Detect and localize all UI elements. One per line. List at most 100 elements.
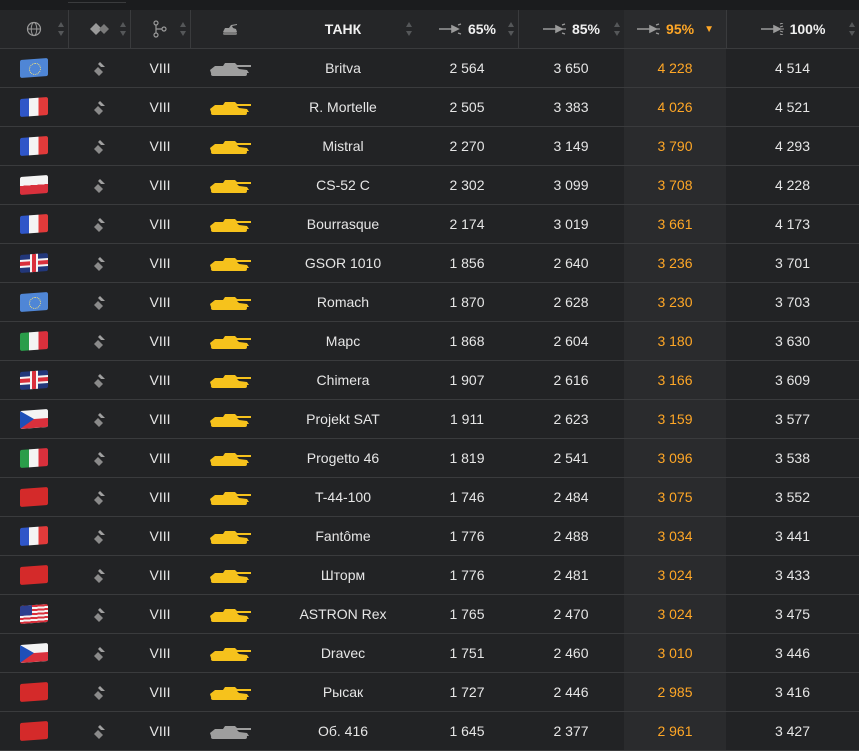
table-row[interactable]: VIII Romach 1 870 2 628 3 230 3 703 <box>0 282 859 322</box>
mark-65-cell: 2 174 <box>416 204 518 244</box>
tank-name[interactable]: Марс <box>326 333 360 349</box>
mark-65-value: 1 856 <box>449 255 485 271</box>
tank-name[interactable]: Шторм <box>321 567 365 583</box>
tank-name[interactable]: Об. 416 <box>318 723 368 739</box>
mark-100-value: 3 475 <box>774 606 811 622</box>
header-type[interactable] <box>68 10 130 49</box>
tank-name[interactable]: Chimera <box>317 372 370 388</box>
tab-stub[interactable] <box>68 0 126 3</box>
tank-name[interactable]: Progetto 46 <box>307 450 379 466</box>
tank-name[interactable]: Fantôme <box>315 528 370 544</box>
tank-name-cell[interactable]: Об. 416 <box>270 711 416 751</box>
tank-name-cell[interactable]: ASTRON Rex <box>270 594 416 634</box>
sort-toggle[interactable] <box>120 22 126 36</box>
table-row[interactable]: VIII Bourrasque 2 174 3 019 3 661 4 173 <box>0 204 859 244</box>
tank-name[interactable]: Romach <box>317 294 369 310</box>
tank-name-cell[interactable]: Projekt SAT <box>270 399 416 439</box>
tank-name-cell[interactable]: GSOR 1010 <box>270 243 416 283</box>
table-row[interactable]: VIII CS-52 C 2 302 3 099 3 708 4 228 <box>0 165 859 205</box>
tank-name[interactable]: R. Mortelle <box>309 99 377 115</box>
tank-name[interactable]: Dravec <box>321 645 365 661</box>
table-row[interactable]: VIII ASTRON Rex 1 765 2 470 3 024 3 475 <box>0 594 859 634</box>
table-row[interactable]: VIII T-44-100 1 746 2 484 3 075 3 552 <box>0 477 859 517</box>
tier-text: VIII <box>149 99 171 115</box>
sort-toggle[interactable] <box>614 22 620 36</box>
tank-name[interactable]: GSOR 1010 <box>305 255 381 271</box>
tank-name[interactable]: ASTRON Rex <box>299 606 386 622</box>
tank-name-cell[interactable]: T-44-100 <box>270 477 416 517</box>
class-cell <box>68 243 130 283</box>
tank-name[interactable]: Bourrasque <box>307 216 379 232</box>
tank-name-cell[interactable]: Chimera <box>270 360 416 400</box>
tank-name-cell[interactable]: Romach <box>270 282 416 322</box>
header-tank-name[interactable]: ТАНК <box>270 10 416 49</box>
mark-95-cell: 3 166 <box>624 360 726 400</box>
table-row[interactable]: VIII Dravec 1 751 2 460 3 010 3 446 <box>0 633 859 673</box>
tank-silhouette-icon <box>210 257 251 271</box>
table-row[interactable]: VIII Chimera 1 907 2 616 3 166 3 609 <box>0 360 859 400</box>
mark-85-cell: 2 541 <box>518 438 624 478</box>
tier-text: VIII <box>149 411 171 427</box>
medium-tank-chevron-icon <box>94 412 105 427</box>
tier-text: VIII <box>149 333 171 349</box>
table-row[interactable]: VIII Progetto 46 1 819 2 541 3 096 3 538 <box>0 438 859 478</box>
table-row[interactable]: VIII GSOR 1010 1 856 2 640 3 236 3 701 <box>0 243 859 283</box>
sort-desc-icon[interactable]: ▼ <box>704 24 714 35</box>
tank-silhouette-icon <box>210 101 251 115</box>
mark-65-value: 1 727 <box>449 684 485 700</box>
sort-toggle[interactable] <box>508 22 514 36</box>
header-tier[interactable] <box>130 10 190 49</box>
tank-name-cell[interactable]: Mistral <box>270 126 416 166</box>
nation-cell <box>0 516 68 556</box>
uk-flag-icon <box>20 253 48 274</box>
table-row[interactable]: VIII Шторм 1 776 2 481 3 024 3 433 <box>0 555 859 595</box>
tank-name-cell[interactable]: CS-52 C <box>270 165 416 205</box>
tank-name[interactable]: T-44-100 <box>315 489 371 505</box>
tank-name-cell[interactable]: Fantôme <box>270 516 416 556</box>
tank-name[interactable]: CS-52 C <box>316 177 370 193</box>
table-row[interactable]: VIII R. Mortelle 2 505 3 383 4 026 4 521 <box>0 87 859 127</box>
tank-name[interactable]: Рысак <box>323 684 363 700</box>
header-65[interactable]: 65% <box>416 10 518 49</box>
tank-name-cell[interactable]: Dravec <box>270 633 416 673</box>
tank-name[interactable]: Mistral <box>322 138 363 154</box>
nation-cell <box>0 126 68 166</box>
tier-cell: VIII <box>130 126 190 166</box>
tier-cell: VIII <box>130 399 190 439</box>
tank-name-cell[interactable]: R. Mortelle <box>270 87 416 127</box>
tank-name[interactable]: Britva <box>325 60 361 76</box>
table-row[interactable]: VIII Mistral 2 270 3 149 3 790 4 293 <box>0 126 859 166</box>
table-row[interactable]: VIII Projekt SAT 1 911 2 623 3 159 3 577 <box>0 399 859 439</box>
sort-toggle[interactable] <box>849 22 855 36</box>
vehicle-cell <box>190 438 270 478</box>
class-cell <box>68 48 130 88</box>
tier-text: VIII <box>149 60 171 76</box>
table-row[interactable]: VIII Fantôme 1 776 2 488 3 034 3 441 <box>0 516 859 556</box>
table-row[interactable]: VIII Марс 1 868 2 604 3 180 3 630 <box>0 321 859 361</box>
table-row[interactable]: VIII Рысак 1 727 2 446 2 985 3 416 <box>0 672 859 712</box>
tank-name[interactable]: Projekt SAT <box>306 411 380 427</box>
header-95[interactable]: 95% ▼ <box>624 10 726 49</box>
mark-65-cell: 2 505 <box>416 87 518 127</box>
header-100[interactable]: 100% <box>726 10 859 49</box>
sort-toggle[interactable] <box>180 22 186 36</box>
header-nation[interactable] <box>0 10 68 49</box>
table-row[interactable]: VIII Britva 2 564 3 650 4 228 4 514 <box>0 48 859 88</box>
mark-95-value: 3 075 <box>657 489 693 505</box>
tank-name-cell[interactable]: Britva <box>270 48 416 88</box>
header-85[interactable]: 85% <box>518 10 624 49</box>
sort-toggle[interactable] <box>406 22 412 36</box>
tank-silhouette-icon <box>210 218 251 232</box>
nation-cell <box>0 672 68 712</box>
sort-toggle[interactable] <box>58 22 64 36</box>
mark-100-value: 3 630 <box>774 333 811 349</box>
mark-100-value: 3 577 <box>774 411 811 427</box>
mark-100-cell: 3 630 <box>726 321 859 361</box>
table-row[interactable]: VIII Об. 416 1 645 2 377 2 961 3 427 <box>0 711 859 751</box>
tank-name-cell[interactable]: Рысак <box>270 672 416 712</box>
mark-100-cell: 3 427 <box>726 711 859 751</box>
tank-name-cell[interactable]: Bourrasque <box>270 204 416 244</box>
tank-name-cell[interactable]: Марс <box>270 321 416 361</box>
tank-name-cell[interactable]: Шторм <box>270 555 416 595</box>
tank-name-cell[interactable]: Progetto 46 <box>270 438 416 478</box>
